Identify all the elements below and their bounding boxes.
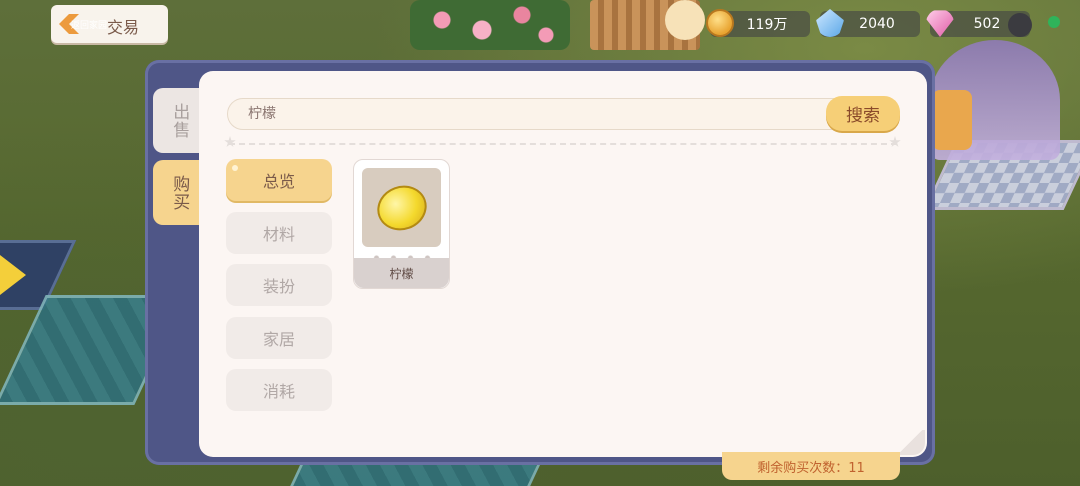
coin-icon bbox=[706, 9, 734, 37]
sparkle-icon bbox=[232, 165, 238, 171]
tab-buy[interactable]: 购买 bbox=[153, 160, 205, 225]
tab-sell[interactable]: 出售 bbox=[153, 88, 205, 153]
category-label: 家居 bbox=[262, 330, 295, 349]
item-name: 柠檬 bbox=[354, 258, 449, 288]
crystal-value: 2040 bbox=[859, 16, 895, 32]
dashed-divider bbox=[229, 143, 897, 145]
pumpkin-decoration bbox=[932, 90, 972, 150]
crystal-icon bbox=[816, 9, 844, 37]
star-icon bbox=[889, 136, 901, 147]
trade-panel-content: 柠檬 搜索 总览 材料 装扮 家居 消耗 柠檬 bbox=[199, 71, 927, 457]
category-label: 装扮 bbox=[262, 277, 295, 296]
star-icon bbox=[224, 136, 236, 147]
back-hint-label: 返回家园 bbox=[71, 21, 108, 31]
coin-value: 119万 bbox=[746, 17, 788, 33]
gem-counter[interactable]: 502 bbox=[926, 10, 1032, 37]
crystal-counter[interactable]: 2040 bbox=[816, 9, 920, 37]
category-label: 消耗 bbox=[262, 382, 295, 401]
search-button[interactable]: 搜索 bbox=[826, 96, 900, 131]
lemon-icon bbox=[370, 178, 433, 237]
back-button[interactable]: 返回家园 交易 bbox=[51, 5, 168, 43]
item-card-lemon[interactable]: 柠檬 bbox=[353, 159, 450, 289]
gem-icon bbox=[926, 10, 954, 37]
npc-character bbox=[665, 0, 705, 40]
category-overview[interactable]: 总览 bbox=[226, 159, 332, 201]
page-title: 交易 bbox=[107, 18, 140, 37]
category-furniture[interactable]: 家居 bbox=[226, 317, 332, 359]
category-materials[interactable]: 材料 bbox=[226, 212, 332, 254]
category-outfits[interactable]: 装扮 bbox=[226, 264, 332, 306]
category-label: 材料 bbox=[262, 225, 295, 244]
flower-arch-decoration bbox=[410, 0, 570, 50]
item-image bbox=[362, 168, 441, 247]
coin-counter[interactable]: 119万 bbox=[706, 9, 810, 37]
network-status-icon bbox=[1048, 16, 1060, 28]
category-label: 总览 bbox=[262, 172, 295, 191]
category-consumables[interactable]: 消耗 bbox=[226, 369, 332, 411]
remaining-purchases-label: 剩余购买次数：11 bbox=[722, 452, 900, 480]
search-input[interactable]: 柠檬 bbox=[227, 98, 899, 130]
gem-value: 502 bbox=[973, 16, 1001, 32]
